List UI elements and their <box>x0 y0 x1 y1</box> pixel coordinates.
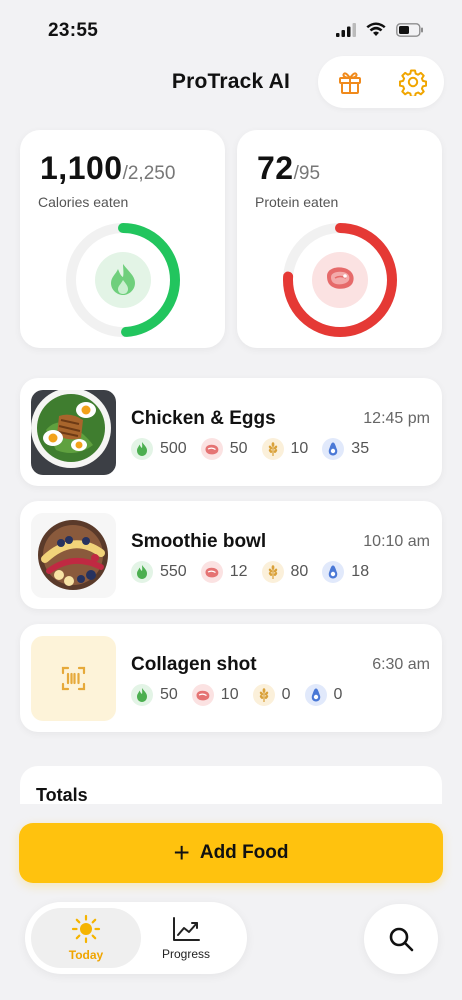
carbs-value: 0 <box>281 686 291 703</box>
protein-value: 10 <box>220 686 239 703</box>
fat-value: 35 <box>351 440 370 457</box>
calories-goal: /2,250 <box>122 163 176 184</box>
header-actions <box>318 56 444 108</box>
signal-icon <box>336 22 356 37</box>
fat-value: 0 <box>333 686 343 703</box>
wheat-icon <box>259 688 268 702</box>
fat-stat: 35 <box>322 438 369 460</box>
protein-stat: 12 <box>200 561 248 583</box>
wheat-icon <box>268 442 277 456</box>
battery-icon <box>396 22 423 37</box>
meal-macros: 500 50 10 35 <box>131 438 383 460</box>
calories-value: 1,100/2,250 <box>40 150 175 187</box>
meal-name: Smoothie bowl <box>131 531 267 552</box>
fat-stat: 0 <box>304 684 343 706</box>
calories-stat: 50 <box>131 684 178 706</box>
protein-stat: 10 <box>191 684 239 706</box>
protein-value: 72/95 <box>257 150 320 187</box>
totals-title: Totals <box>36 785 88 805</box>
flame-icon <box>137 442 147 456</box>
barcode-scan-icon <box>61 666 86 691</box>
calories-ring <box>66 223 180 337</box>
chart-trend-icon <box>173 917 200 941</box>
add-food-label: Add Food <box>199 842 289 863</box>
protein-value: 12 <box>229 563 248 580</box>
nav-label-today: Today <box>68 948 104 962</box>
meal-time: 6:30 am <box>372 656 430 673</box>
nav-tab-today[interactable]: Today <box>31 908 141 968</box>
scroll-fade <box>0 804 462 824</box>
protein-label: Protein eaten <box>255 194 339 210</box>
calories-stat: 550 <box>131 561 187 583</box>
status-time: 23:55 <box>48 20 99 41</box>
calories-eaten: 1,100 <box>40 150 123 186</box>
protein-eaten: 72 <box>257 150 294 186</box>
carbs-value: 10 <box>290 440 309 457</box>
avocado-icon <box>329 565 338 579</box>
gift-button[interactable] <box>330 62 370 102</box>
meal-card-collagen-shot[interactable]: Collagen shot 6:30 am 50 10 0 0 <box>20 624 442 732</box>
meal-time: 10:10 am <box>363 533 430 550</box>
steak-icon <box>327 267 354 289</box>
calories-value: 550 <box>160 563 187 580</box>
calories-value: 50 <box>160 686 178 703</box>
nav-label-progress: Progress <box>161 947 211 961</box>
flame-icon <box>137 688 147 702</box>
plus-icon: + <box>173 837 190 868</box>
carbs-stat: 10 <box>261 438 309 460</box>
calories-value: 500 <box>160 440 187 457</box>
avocado-icon <box>329 442 338 456</box>
protein-stat: 50 <box>200 438 248 460</box>
calories-stat: 500 <box>131 438 187 460</box>
settings-button[interactable] <box>393 62 433 102</box>
nav-tab-progress[interactable]: Progress <box>131 908 241 968</box>
wheat-icon <box>268 565 277 579</box>
meal-macros: 550 12 80 18 <box>131 561 383 583</box>
search-icon <box>389 927 414 952</box>
totals-card[interactable]: Totals <box>20 766 442 806</box>
avocado-icon <box>311 688 320 702</box>
sun-icon <box>71 914 101 944</box>
add-food-button[interactable]: + Add Food <box>19 823 443 883</box>
protein-card[interactable]: 72/95 Protein eaten <box>237 130 442 348</box>
protein-value: 50 <box>229 440 248 457</box>
gift-icon <box>338 72 361 94</box>
bottom-nav: Today Progress <box>25 902 247 974</box>
protein-ring <box>283 223 397 337</box>
wifi-icon <box>366 22 386 36</box>
carbs-value: 80 <box>290 563 309 580</box>
meal-name: Collagen shot <box>131 654 257 675</box>
meal-photo-smoothie-bowl <box>31 513 116 598</box>
carbs-stat: 80 <box>261 561 309 583</box>
meal-card-chicken-eggs[interactable]: Chicken & Eggs 12:45 pm 500 50 10 35 <box>20 378 442 486</box>
steak-icon <box>205 567 219 577</box>
steak-icon <box>205 444 219 454</box>
meal-macros: 50 10 0 0 <box>131 684 356 706</box>
gear-icon <box>398 69 427 96</box>
meal-thumb-barcode <box>31 636 116 721</box>
calories-card[interactable]: 1,100/2,250 Calories eaten <box>20 130 225 348</box>
fat-stat: 18 <box>322 561 369 583</box>
flame-icon <box>137 565 147 579</box>
protein-goal: /95 <box>293 163 321 184</box>
fat-value: 18 <box>351 563 370 580</box>
meal-card-smoothie-bowl[interactable]: Smoothie bowl 10:10 am 550 12 80 18 <box>20 501 442 609</box>
meal-time: 12:45 pm <box>363 410 430 427</box>
calories-label: Calories eaten <box>38 194 129 210</box>
search-button[interactable] <box>364 904 438 974</box>
carbs-stat: 0 <box>252 684 291 706</box>
steak-icon <box>196 690 210 700</box>
meal-name: Chicken & Eggs <box>131 408 276 429</box>
status-icons <box>336 22 424 37</box>
status-bar: 23:55 <box>0 0 462 60</box>
meal-photo-chicken-eggs <box>31 390 116 475</box>
